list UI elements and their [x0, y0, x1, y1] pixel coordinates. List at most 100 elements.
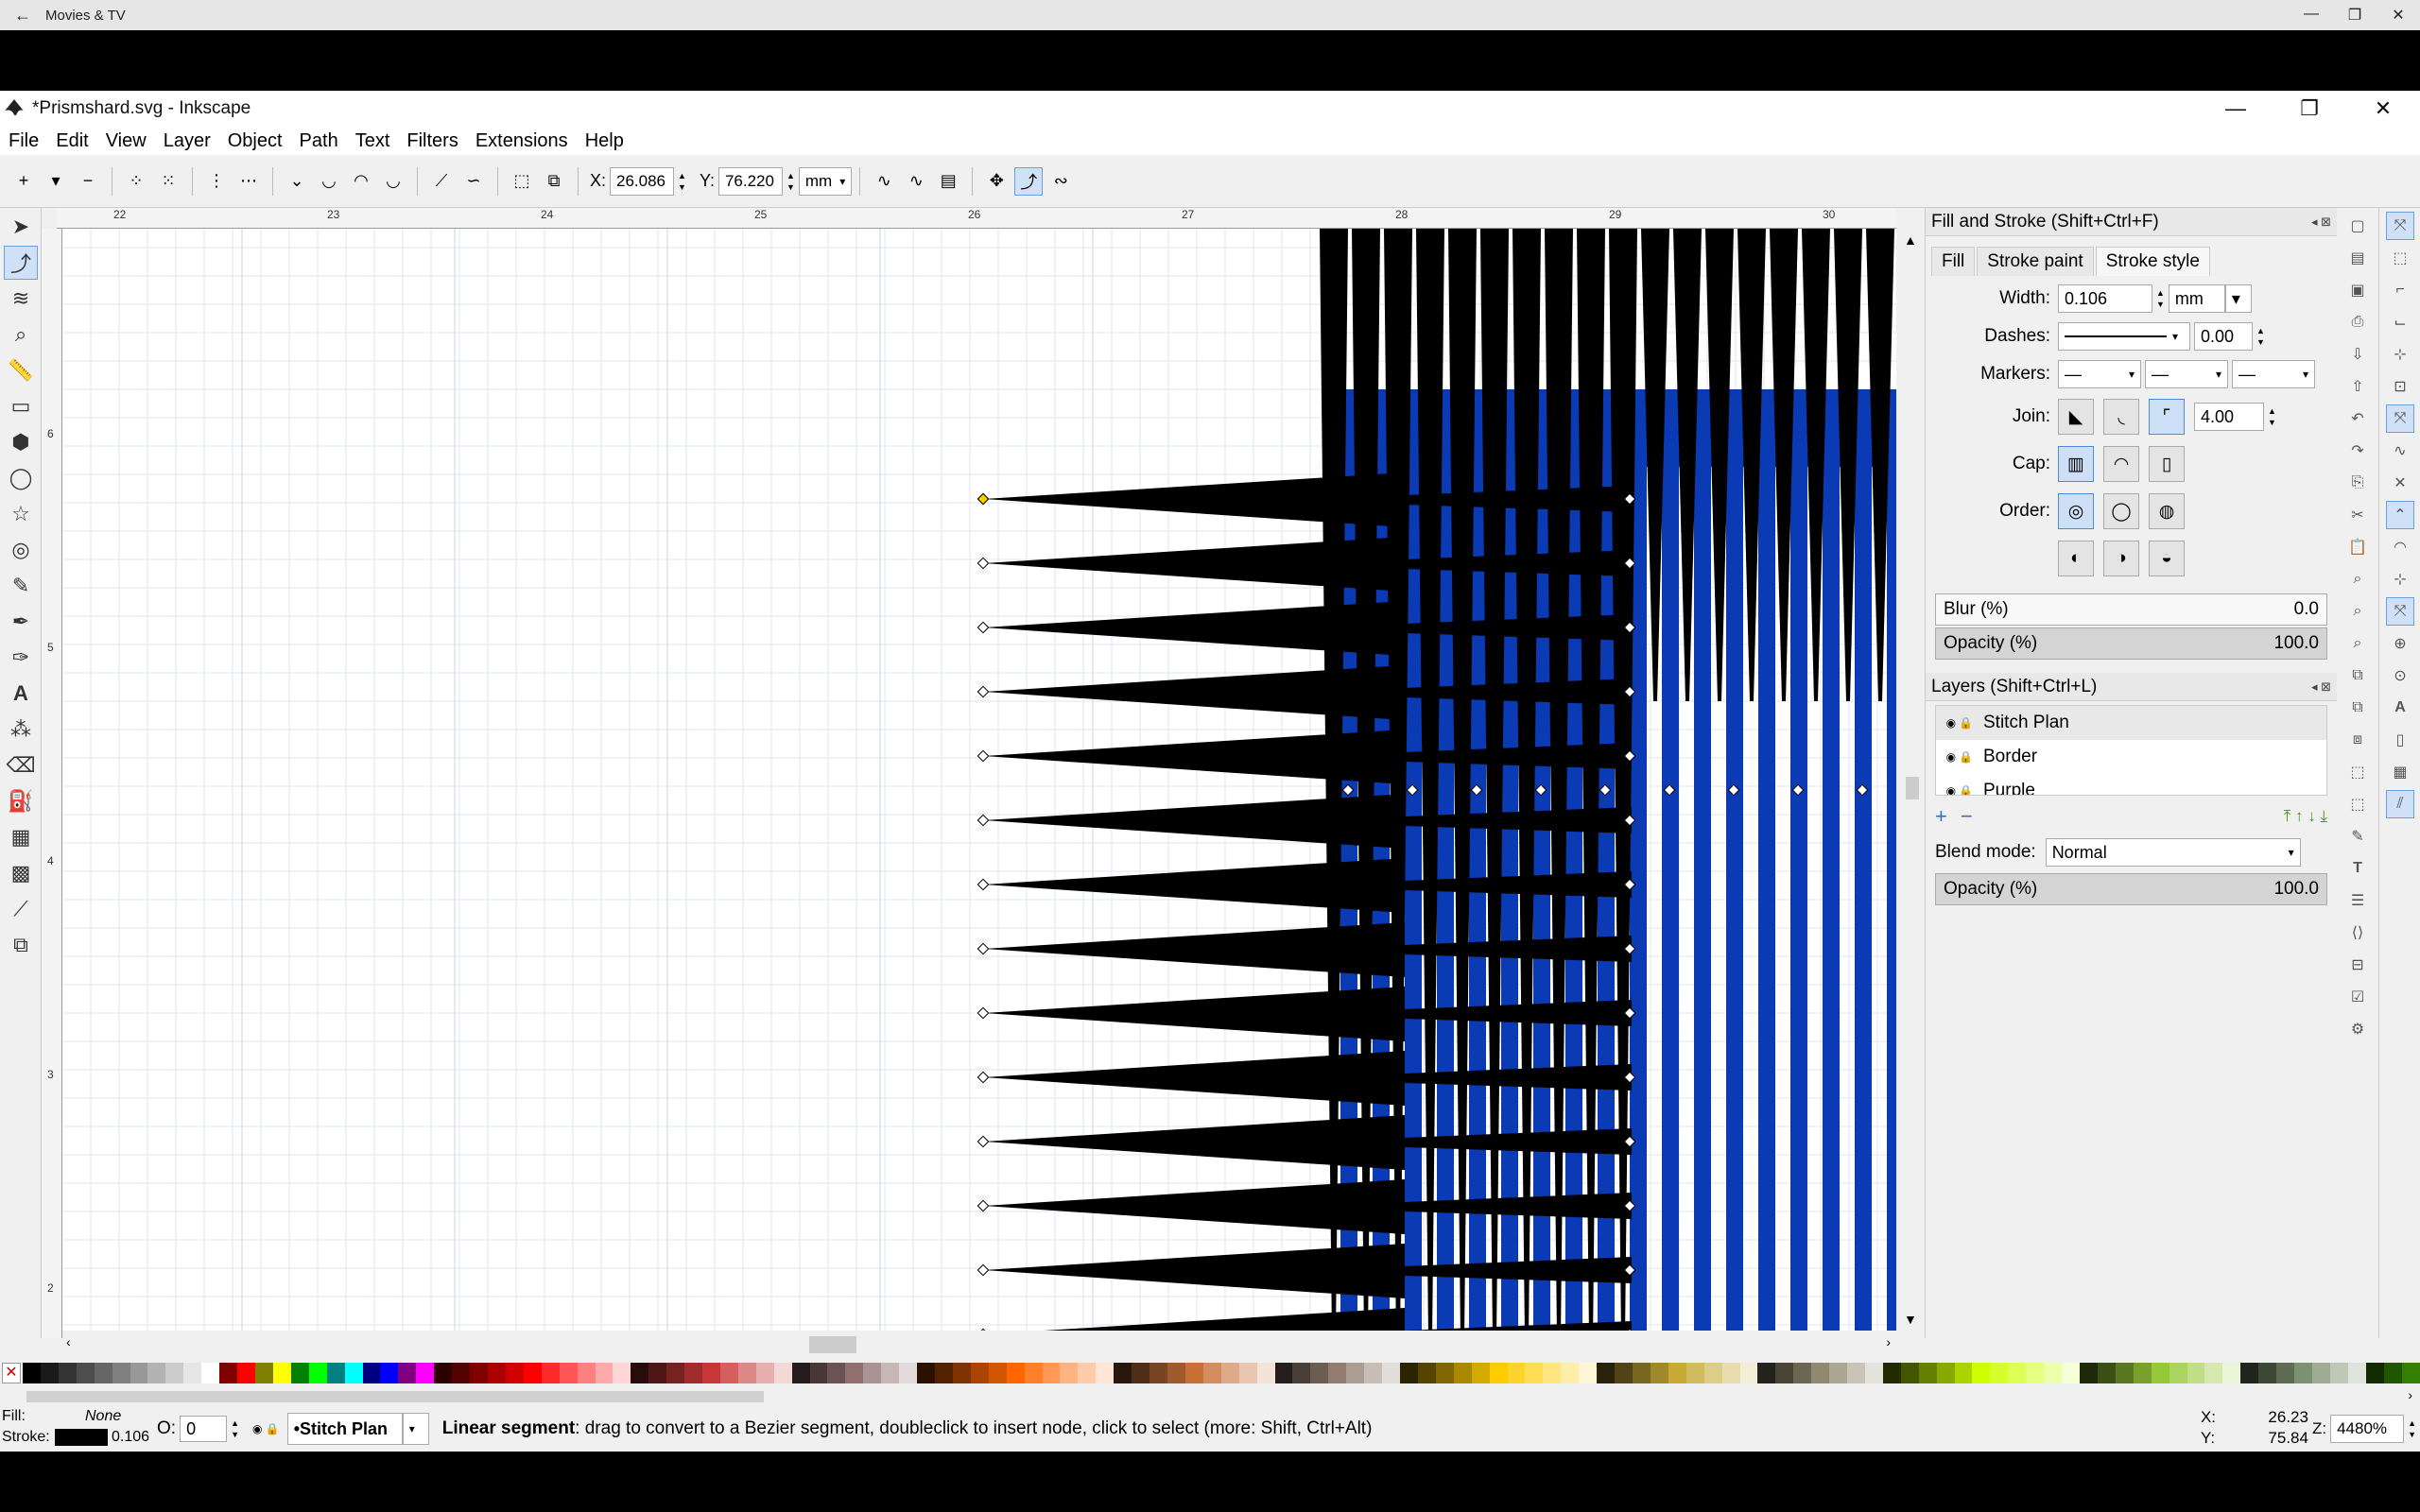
order-stroke-markers-icon[interactable]: ◑	[2103, 541, 2139, 576]
palette-swatch[interactable]	[899, 1363, 918, 1383]
save-icon[interactable]: ▣	[2343, 276, 2372, 304]
palette-swatch[interactable]	[523, 1363, 542, 1383]
palette-swatch[interactable]	[1882, 1363, 1901, 1383]
palette-swatch[interactable]	[2329, 1363, 2348, 1383]
selector-tool-icon[interactable]: ➤	[4, 210, 38, 244]
layer-row[interactable]: ◉ 🔒 Stitch Plan	[1936, 706, 2326, 740]
export-icon[interactable]: ⇧	[2343, 372, 2372, 401]
palette-swatch[interactable]	[1238, 1363, 1257, 1383]
dash-offset-input[interactable]: 0.00	[2194, 322, 2253, 351]
segment-curve-icon[interactable]: ∽	[459, 167, 488, 196]
palette-swatch[interactable]	[1364, 1363, 1383, 1383]
palette-swatch[interactable]	[487, 1363, 506, 1383]
object-to-path-icon[interactable]: ⬚	[508, 167, 536, 196]
palette-swatch[interactable]	[2026, 1363, 2045, 1383]
palette-swatch[interactable]	[2347, 1363, 2366, 1383]
show-transform-handles-icon[interactable]: ✥	[982, 167, 1011, 196]
cut-icon[interactable]: ✂	[2343, 501, 2372, 529]
palette-swatch[interactable]	[1489, 1363, 1508, 1383]
palette-swatch[interactable]	[1274, 1363, 1293, 1383]
join-round-icon[interactable]: ◟	[2103, 399, 2139, 435]
palette-swatch[interactable]	[2008, 1363, 2027, 1383]
palette-swatch[interactable]	[1739, 1363, 1758, 1383]
palette-swatch[interactable]	[1078, 1363, 1097, 1383]
show-outline-icon[interactable]: ∾	[1046, 167, 1075, 196]
palette-swatch[interactable]	[326, 1363, 345, 1383]
redo-icon[interactable]: ↷	[2343, 437, 2372, 465]
cap-round-icon[interactable]: ◠	[2103, 446, 2139, 482]
snap-bbox-midpoint-icon[interactable]: ⊹	[2386, 340, 2414, 369]
node-smooth-icon[interactable]: ◡	[315, 167, 343, 196]
palette-swatch[interactable]	[398, 1363, 417, 1383]
current-layer-select[interactable]: •Stitch Plan	[286, 1413, 403, 1445]
text-tool-icon[interactable]: A	[4, 677, 38, 711]
zoom-selection-icon[interactable]: ⌕	[2343, 565, 2372, 593]
snap-midpoint-icon[interactable]: ⊹	[2386, 565, 2414, 593]
palette-swatch[interactable]	[2187, 1363, 2205, 1383]
menu-help[interactable]: Help	[577, 130, 632, 152]
panel-close-icon[interactable]: ◂ ⊠	[2311, 679, 2331, 695]
palette-swatch[interactable]	[2365, 1363, 2384, 1383]
width-spin-icon[interactable]: ▲ ▼	[2156, 287, 2165, 310]
menu-path[interactable]: Path	[291, 130, 347, 152]
order-normal-icon[interactable]: ◎	[2058, 493, 2094, 529]
tab-stroke-style[interactable]: Stroke style	[2095, 247, 2210, 276]
palette-swatch[interactable]	[773, 1363, 792, 1383]
palette-swatch[interactable]	[23, 1363, 41, 1383]
node-cusp-icon[interactable]: ⌄	[283, 167, 311, 196]
palette-scrollbar[interactable]: ›	[0, 1387, 2420, 1406]
show-clipping-path-icon[interactable]: ∿	[870, 167, 898, 196]
join-nodes-icon[interactable]: ⁘	[122, 167, 150, 196]
snap-cusp-icon[interactable]: ⌃	[2386, 501, 2414, 529]
paint-bucket-tool-icon[interactable]: ⛽	[4, 784, 38, 818]
palette-swatch[interactable]	[1060, 1363, 1079, 1383]
palette-swatch[interactable]	[254, 1363, 273, 1383]
dash-pattern-select[interactable]: ▾	[2058, 322, 2190, 351]
palette-scroll-thumb[interactable]	[26, 1391, 764, 1402]
add-layer-icon[interactable]: +	[1935, 804, 1947, 829]
scroll-left-icon[interactable]: ‹	[66, 1334, 71, 1349]
palette-swatch[interactable]	[147, 1363, 166, 1383]
snap-nodes-icon[interactable]: ⤧	[2386, 404, 2414, 433]
import-icon[interactable]: ⇩	[2343, 340, 2372, 369]
palette-swatch[interactable]	[237, 1363, 255, 1383]
palette-swatch[interactable]	[1507, 1363, 1526, 1383]
3d-box-tool-icon[interactable]: ⬢	[4, 425, 38, 459]
fill-stroke-indicator[interactable]: Fill: None Stroke: 0.106	[0, 1406, 149, 1452]
scroll-down-icon[interactable]: ▼	[1904, 1312, 1917, 1327]
palette-swatch[interactable]	[1346, 1363, 1365, 1383]
ellipse-tool-icon[interactable]: ◯	[4, 461, 38, 495]
palette-swatch[interactable]	[631, 1363, 649, 1383]
paste-icon[interactable]: 📋	[2343, 533, 2372, 561]
remove-layer-icon[interactable]: −	[1961, 804, 1973, 829]
palette-swatch[interactable]	[1632, 1363, 1651, 1383]
align-icon[interactable]: ⊟	[2343, 951, 2372, 979]
palette-swatch[interactable]	[2276, 1363, 2295, 1383]
menu-filters[interactable]: Filters	[398, 130, 466, 152]
palette-swatch[interactable]	[755, 1363, 774, 1383]
width-unit-select[interactable]: mm	[2168, 284, 2225, 313]
preferences-icon[interactable]: ⚙	[2343, 1015, 2372, 1043]
join-bevel-icon[interactable]: ◣	[2058, 399, 2094, 435]
layer-row[interactable]: ◉ 🔒 Border	[1936, 740, 2326, 774]
palette-swatch[interactable]	[434, 1363, 453, 1383]
menu-text[interactable]: Text	[347, 130, 399, 152]
snap-bbox-icon[interactable]: ⬚	[2386, 244, 2414, 272]
width-input[interactable]: 0.106	[2058, 284, 2152, 313]
star-tool-icon[interactable]: ☆	[4, 497, 38, 531]
palette-swatch[interactable]	[1417, 1363, 1436, 1383]
palette-swatch[interactable]	[1811, 1363, 1830, 1383]
palette-swatch[interactable]	[112, 1363, 130, 1383]
spray-tool-icon[interactable]: ⁂	[4, 713, 38, 747]
layer-row[interactable]: ◉ 🔒 Purple	[1936, 774, 2326, 795]
palette-swatch[interactable]	[684, 1363, 703, 1383]
palette-swatch[interactable]	[380, 1363, 399, 1383]
layer-opacity-slider[interactable]: Opacity (%) 100.0	[1935, 873, 2327, 905]
palette-swatch[interactable]	[416, 1363, 435, 1383]
palette-swatch[interactable]	[827, 1363, 846, 1383]
snap-others-icon[interactable]: ⤧	[2386, 597, 2414, 626]
x-spin-arrows-icon[interactable]: ▲ ▼	[678, 170, 686, 193]
palette-swatch[interactable]	[2258, 1363, 2277, 1383]
minimize-button[interactable]: —	[2199, 96, 2273, 121]
document-properties-icon[interactable]: ☑	[2343, 983, 2372, 1011]
